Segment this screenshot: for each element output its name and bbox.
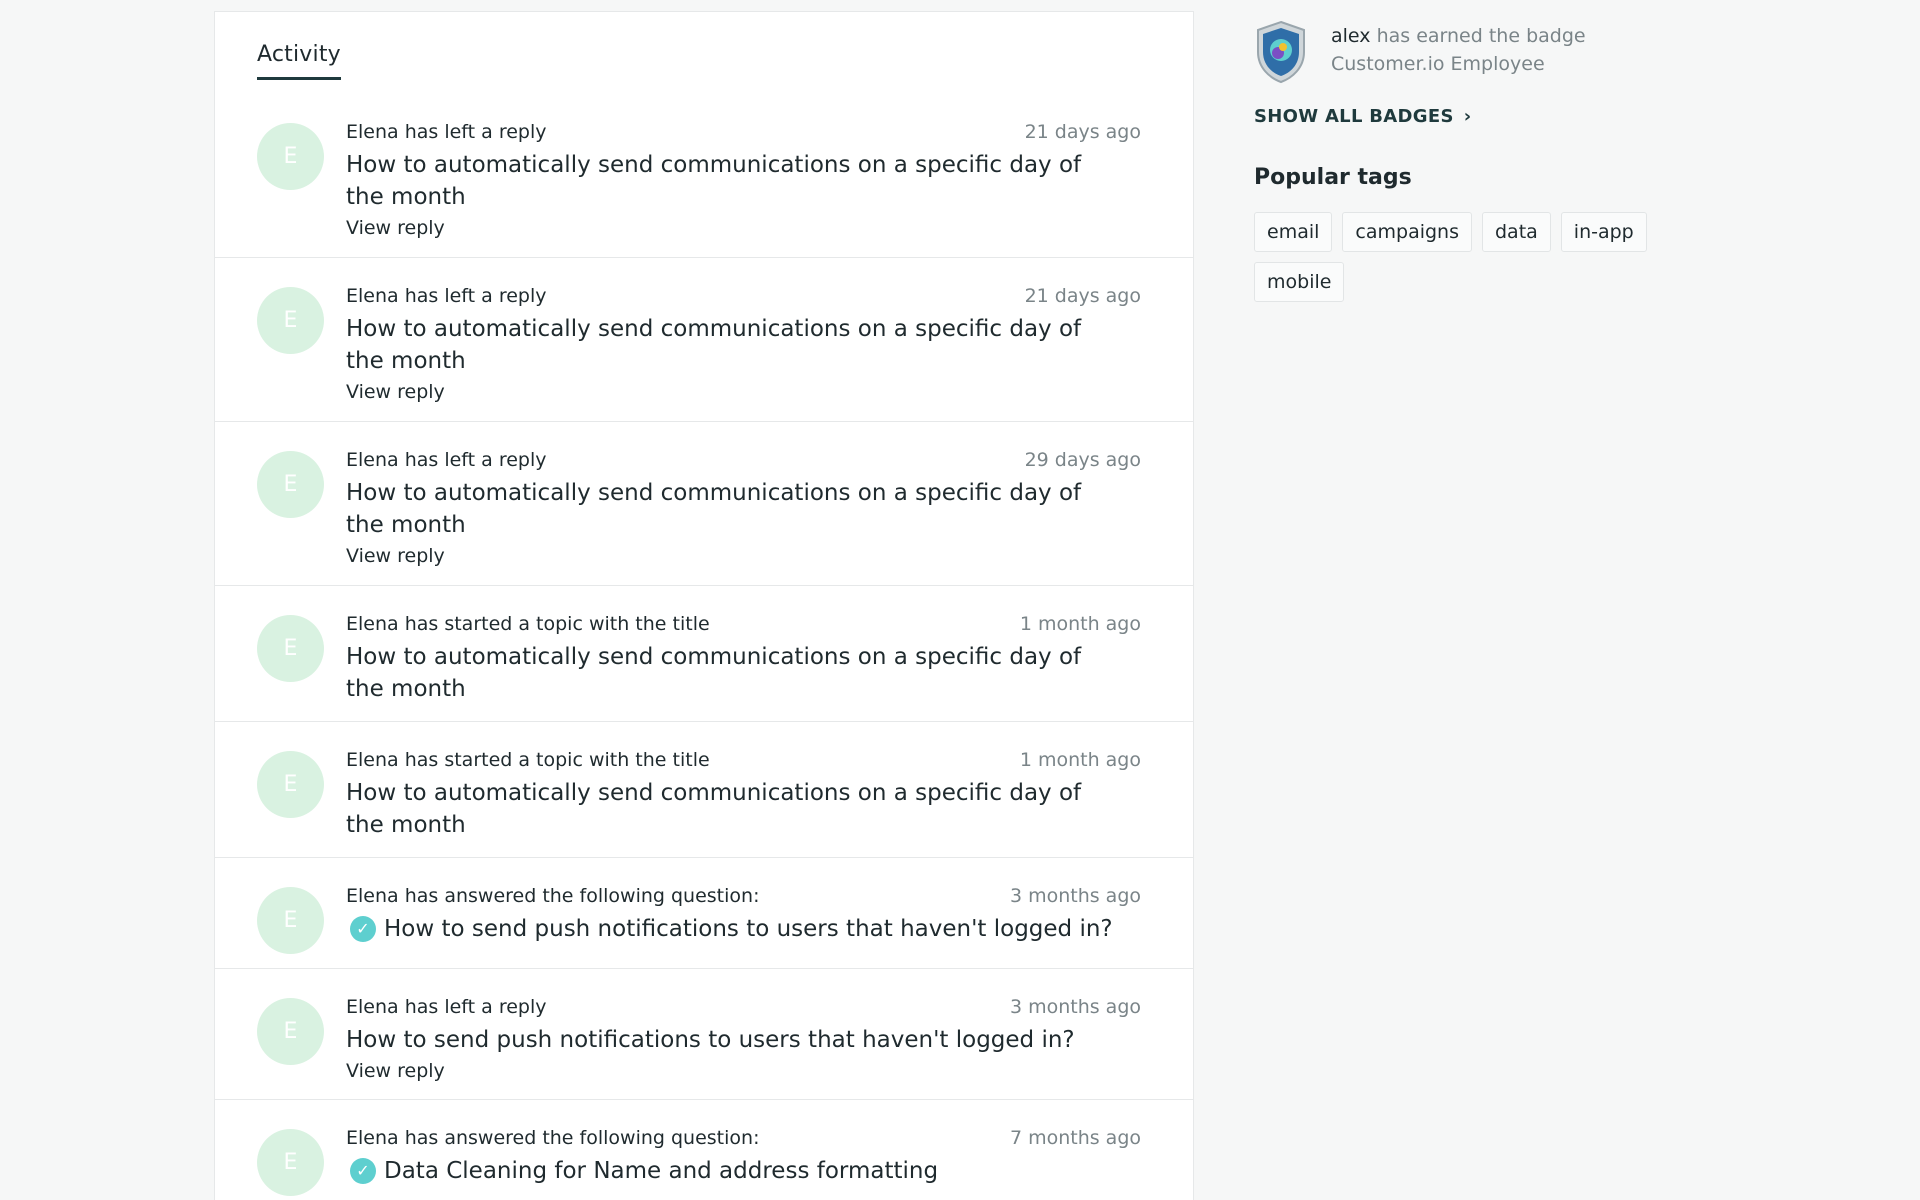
view-reply-link[interactable]: View reply bbox=[346, 1060, 445, 1082]
activity-time: 3 months ago bbox=[1009, 885, 1141, 907]
activity-item: E Elena has left a reply 29 days ago How… bbox=[215, 422, 1193, 586]
avatar[interactable]: E bbox=[257, 123, 324, 190]
activity-title-link[interactable]: Data Cleaning for Name and address forma… bbox=[384, 1155, 938, 1187]
checkmark-circle-icon: ✓ bbox=[350, 916, 376, 942]
avatar[interactable]: E bbox=[257, 1129, 324, 1196]
activity-item: E Elena has answered the following quest… bbox=[215, 858, 1193, 969]
chevron-right-icon: › bbox=[1463, 106, 1472, 127]
activity-time: 3 months ago bbox=[1009, 996, 1141, 1018]
activity-list: E Elena has left a reply 21 days ago How… bbox=[215, 94, 1193, 1200]
activity-title-link[interactable]: How to automatically send communications… bbox=[346, 313, 1116, 377]
badge-earned-label: has earned the badge bbox=[1376, 25, 1586, 47]
checkmark-circle-icon: ✓ bbox=[350, 1158, 376, 1184]
activity-time: 1 month ago bbox=[1019, 613, 1141, 635]
activity-title-link[interactable]: How to automatically send communications… bbox=[346, 641, 1116, 705]
activity-title-link[interactable]: How to automatically send communications… bbox=[346, 477, 1116, 541]
page: Activity E Elena has left a reply 21 day… bbox=[0, 0, 1920, 1200]
avatar[interactable]: E bbox=[257, 615, 324, 682]
activity-meta: Elena has answered the following questio… bbox=[346, 885, 1141, 907]
badge-earned-text: alex has earned the badge Customer.io Em… bbox=[1331, 22, 1586, 78]
activity-action: Elena has left a reply bbox=[346, 449, 547, 471]
activity-action: Elena has started a topic with the title bbox=[346, 749, 710, 771]
view-reply-link[interactable]: View reply bbox=[346, 217, 445, 239]
activity-action: Elena has started a topic with the title bbox=[346, 613, 710, 635]
activity-content: Elena has started a topic with the title… bbox=[346, 613, 1141, 705]
view-reply-link[interactable]: View reply bbox=[346, 545, 445, 567]
activity-time: 7 months ago bbox=[1009, 1127, 1141, 1149]
activity-time: 21 days ago bbox=[1024, 121, 1141, 143]
activity-meta: Elena has left a reply 3 months ago bbox=[346, 996, 1141, 1018]
activity-content: Elena has answered the following questio… bbox=[346, 1127, 1141, 1187]
activity-content: Elena has answered the following questio… bbox=[346, 885, 1141, 945]
activity-meta: Elena has left a reply 21 days ago bbox=[346, 121, 1141, 143]
activity-item: E Elena has left a reply 21 days ago How… bbox=[215, 258, 1193, 422]
activity-meta: Elena has left a reply 29 days ago bbox=[346, 449, 1141, 471]
shield-badge-icon bbox=[1257, 20, 1305, 84]
popular-tags-title: Popular tags bbox=[1254, 165, 1412, 190]
activity-meta: Elena has left a reply 21 days ago bbox=[346, 285, 1141, 307]
activity-item: E Elena has started a topic with the tit… bbox=[215, 586, 1193, 722]
activity-title-row: ✓ How to send push notifications to user… bbox=[346, 913, 1116, 945]
activity-title-link[interactable]: How to send push notifications to users … bbox=[346, 1024, 1116, 1056]
activity-meta: Elena has started a topic with the title… bbox=[346, 613, 1141, 635]
activity-time: 1 month ago bbox=[1019, 749, 1141, 771]
activity-time: 21 days ago bbox=[1024, 285, 1141, 307]
popular-tags-list: email campaigns data in-app mobile bbox=[1254, 212, 1674, 302]
view-reply-link[interactable]: View reply bbox=[346, 381, 445, 403]
avatar[interactable]: E bbox=[257, 751, 324, 818]
activity-action: Elena has left a reply bbox=[346, 121, 547, 143]
show-all-badges-label: SHOW ALL BADGES bbox=[1254, 106, 1454, 127]
avatar[interactable]: E bbox=[257, 287, 324, 354]
activity-meta: Elena has started a topic with the title… bbox=[346, 749, 1141, 771]
avatar[interactable]: E bbox=[257, 998, 324, 1065]
activity-content: Elena has left a reply 21 days ago How t… bbox=[346, 121, 1141, 239]
show-all-badges-link[interactable]: SHOW ALL BADGES › bbox=[1254, 106, 1471, 127]
activity-action: Elena has answered the following questio… bbox=[346, 885, 760, 907]
activity-content: Elena has left a reply 21 days ago How t… bbox=[346, 285, 1141, 403]
tag-mobile[interactable]: mobile bbox=[1254, 262, 1345, 302]
activity-item: E Elena has left a reply 3 months ago Ho… bbox=[215, 969, 1193, 1100]
activity-action: Elena has answered the following questio… bbox=[346, 1127, 760, 1149]
activity-item: E Elena has left a reply 21 days ago How… bbox=[215, 94, 1193, 258]
activity-title-link[interactable]: How to automatically send communications… bbox=[346, 777, 1116, 841]
activity-action: Elena has left a reply bbox=[346, 285, 547, 307]
tag-in-app[interactable]: in-app bbox=[1560, 212, 1647, 252]
activity-panel: Activity E Elena has left a reply 21 day… bbox=[214, 11, 1194, 1200]
tag-email[interactable]: email bbox=[1254, 212, 1333, 252]
activity-content: Elena has left a reply 3 months ago How … bbox=[346, 996, 1141, 1082]
activity-action: Elena has left a reply bbox=[346, 996, 547, 1018]
avatar[interactable]: E bbox=[257, 887, 324, 954]
tag-data[interactable]: data bbox=[1482, 212, 1551, 252]
avatar[interactable]: E bbox=[257, 451, 324, 518]
activity-content: Elena has started a topic with the title… bbox=[346, 749, 1141, 841]
tag-campaigns[interactable]: campaigns bbox=[1342, 212, 1472, 252]
activity-item: E Elena has started a topic with the tit… bbox=[215, 722, 1193, 858]
activity-title-link[interactable]: How to automatically send communications… bbox=[346, 149, 1116, 213]
badge-name: Customer.io Employee bbox=[1331, 53, 1545, 75]
activity-meta: Elena has answered the following questio… bbox=[346, 1127, 1141, 1149]
activity-item: E Elena has answered the following quest… bbox=[215, 1100, 1193, 1200]
badge-user-link[interactable]: alex bbox=[1331, 25, 1371, 47]
tab-activity[interactable]: Activity bbox=[257, 42, 341, 80]
activity-title-link[interactable]: How to send push notifications to users … bbox=[384, 913, 1113, 945]
activity-content: Elena has left a reply 29 days ago How t… bbox=[346, 449, 1141, 567]
activity-time: 29 days ago bbox=[1024, 449, 1141, 471]
activity-title-row: ✓ Data Cleaning for Name and address for… bbox=[346, 1155, 1116, 1187]
